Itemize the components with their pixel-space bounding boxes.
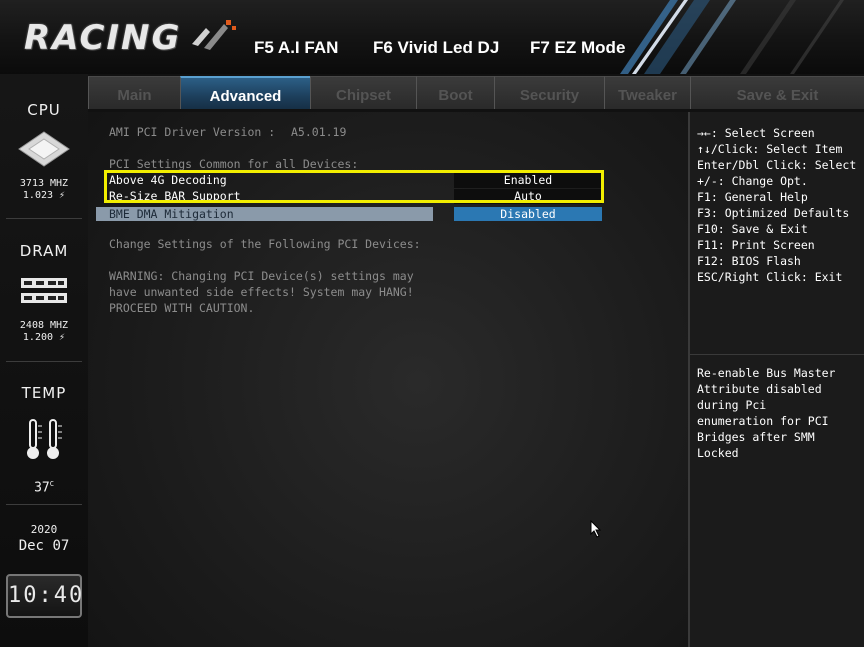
help-description-line: Re-enable Bus Master [697,366,836,380]
setting-bme-dma-value[interactable]: Disabled [454,207,602,221]
setting-resize-bar-value[interactable]: Auto [454,189,602,204]
warning-line: WARNING: Changing PCI Device(s) settings… [109,269,414,283]
tab-bar: Main Advanced Chipset Boot Security Twea… [88,74,864,112]
help-panel: →←: Select Screen ↑↓/Click: Select Item … [690,112,864,647]
warning-line: have unwanted side effects! System may H… [109,285,414,299]
help-key-line: F10: Save & Exit [697,222,808,236]
mouse-cursor-icon [590,520,602,538]
tab-tweaker[interactable]: Tweaker [604,76,690,109]
cpu-frequency: 3713 MHZ [19,178,69,189]
driver-version-value: A5.01.19 [291,125,347,139]
help-description-line: Attribute disabled [697,382,822,396]
ai-fan-button[interactable]: F5 A.I FAN [254,38,338,58]
help-divider [690,354,864,355]
racing-logo: RACING [24,18,182,58]
help-key-line: Enter/Dbl Click: Select [697,158,857,172]
setting-resize-bar-label[interactable]: Re-Size BAR Support [109,188,241,204]
help-key-line: →←: Select Screen [697,126,815,140]
sidebar-divider [6,218,82,219]
tab-main[interactable]: Main [88,76,180,109]
tab-chipset[interactable]: Chipset [310,76,416,109]
tab-security[interactable]: Security [494,76,604,109]
bolt-icon: ⚡︎ [59,190,66,201]
help-key-line: +/-: Change Opt. [697,174,808,188]
status-sidebar: CPU 3713 MHZ 1.023 ⚡︎ DRAM 2408 MHZ 1.20… [0,74,88,647]
help-description-line: Bridges after SMM [697,430,815,444]
warning-line: PROCEED WITH CAUTION. [109,301,255,315]
temp-title: TEMP [21,384,67,402]
temp-value: 37C [34,480,54,496]
help-key-line: F3: Optimized Defaults [697,206,850,220]
help-description-line: during Pci [697,398,767,412]
memory-module-icon [21,278,67,303]
help-key-line: ESC/Right Click: Exit [697,270,843,284]
dram-frequency: 2408 MHZ [19,320,69,331]
setting-above-4g-label[interactable]: Above 4G Decoding [109,172,227,188]
change-settings-header: Change Settings of the Following PCI Dev… [109,237,421,251]
common-settings-header: PCI Settings Common for all Devices: [109,157,359,171]
thermometer-icon [27,419,62,459]
dram-voltage: 1.200 ⚡︎ [22,332,66,343]
dram-title: DRAM [19,242,69,260]
help-key-line: F1: General Help [697,190,808,204]
settings-panel: AMI PCI Driver Version : A5.01.19 PCI Se… [88,112,688,647]
logo-mark-icon [192,20,236,50]
setting-bme-dma-label[interactable]: BME DMA Mitigation [109,206,234,222]
cpu-chip-icon [18,131,70,167]
tab-boot[interactable]: Boot [416,76,494,109]
help-description-line: enumeration for PCI [697,414,829,428]
decorative-streaks [620,0,844,74]
vivid-led-dj-button[interactable]: F6 Vivid Led DJ [373,38,499,58]
date-day: Dec 07 [18,538,70,554]
tab-advanced[interactable]: Advanced [180,76,310,109]
help-key-line: F12: BIOS Flash [697,254,801,268]
help-key-line: F11: Print Screen [697,238,815,252]
help-key-line: ↑↓/Click: Select Item [697,142,843,156]
setting-above-4g-value[interactable]: Enabled [454,173,602,188]
cpu-title: CPU [27,101,61,119]
sidebar-divider [6,504,82,505]
bolt-icon: ⚡︎ [59,332,66,343]
tab-save-exit[interactable]: Save & Exit [690,76,864,109]
driver-version-label: AMI PCI Driver Version : [109,125,276,139]
cpu-voltage: 1.023 ⚡︎ [22,190,66,201]
header-bar: RACING F5 A.I FAN F6 Vivid Led DJ F7 EZ … [0,0,864,74]
sidebar-divider [6,361,82,362]
help-description-line: Locked [697,446,739,460]
time-display: 10:40 [6,574,82,618]
date-year: 2020 [30,523,58,536]
